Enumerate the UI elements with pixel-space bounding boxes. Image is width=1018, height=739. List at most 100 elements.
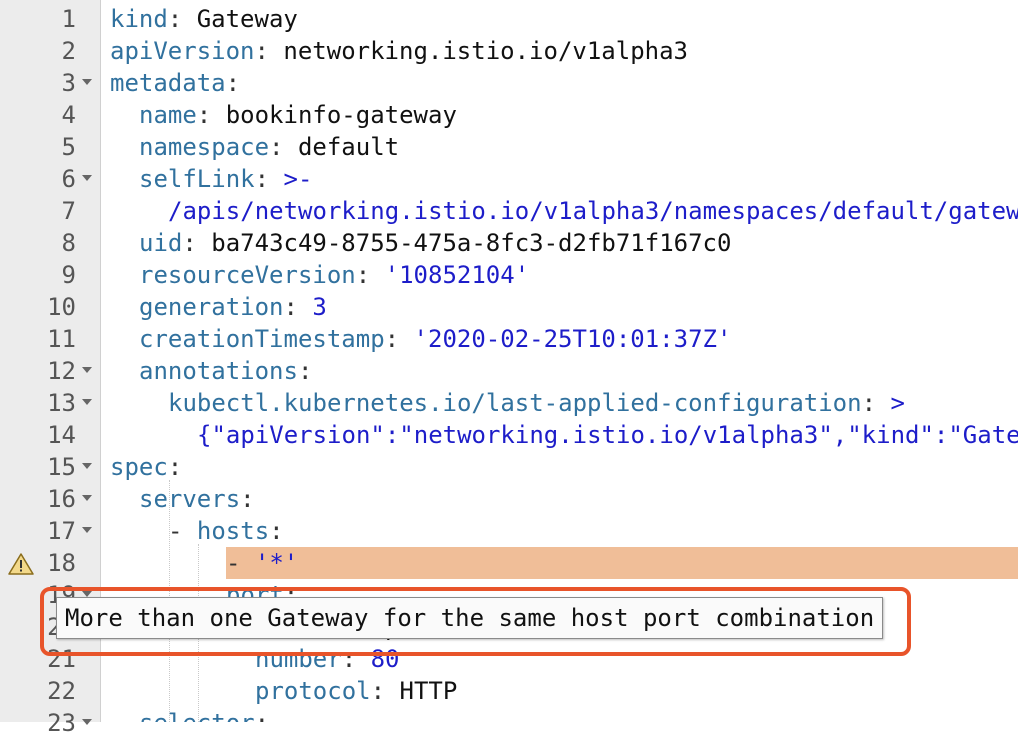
line-number: 11 <box>47 325 76 353</box>
code-token: kubectl.kubernetes.io/last-applied-confi… <box>168 389 862 417</box>
code-text: generation: 3 <box>139 293 327 321</box>
fold-toggle-icon[interactable] <box>82 527 92 533</box>
code-line[interactable]: uid: ba743c49-8755-475a-8fc3-d2fb71f167c… <box>101 227 1018 259</box>
code-token: number <box>255 645 342 673</box>
line-number: 4 <box>61 101 76 129</box>
code-text: apiVersion: networking.istio.io/v1alpha3 <box>110 37 688 65</box>
gutter-line: 22 <box>0 675 100 707</box>
line-number: 14 <box>47 421 76 449</box>
code-text: kubectl.kubernetes.io/last-applied-confi… <box>168 389 905 417</box>
code-line[interactable]: resourceVersion: '10852104' <box>101 259 1018 291</box>
code-token: : <box>182 229 212 257</box>
code-token: resourceVersion <box>139 261 356 289</box>
gutter-line: 21 <box>0 643 100 675</box>
code-line[interactable]: kubectl.kubernetes.io/last-applied-confi… <box>101 387 1018 419</box>
code-text: selfLink: >- <box>139 165 312 193</box>
warning-icon[interactable] <box>8 553 34 575</box>
code-token: apiVersion <box>110 37 255 65</box>
code-token: '*' <box>254 549 299 577</box>
code-line[interactable]: selfLink: >- <box>101 163 1018 195</box>
gutter-line: 15 <box>0 451 100 483</box>
code-token: spec <box>110 453 168 481</box>
code-text: {"apiVersion":"networking.istio.io/v1alp… <box>197 421 1018 449</box>
code-token: generation <box>139 293 284 321</box>
code-text: resourceVersion: '10852104' <box>139 261 529 289</box>
code-line[interactable]: protocol: HTTP <box>101 675 1018 707</box>
fold-toggle-icon[interactable] <box>82 367 92 373</box>
code-line[interactable]: servers: <box>101 483 1018 515</box>
code-text: /apis/networking.istio.io/v1alpha3/names… <box>168 197 1018 225</box>
warning-tooltip: More than one Gateway for the same host … <box>56 597 884 639</box>
code-text: namespace: default <box>139 133 399 161</box>
code-token: creationTimestamp <box>139 325 385 353</box>
line-number: 13 <box>47 389 76 417</box>
code-line[interactable]: name: bookinfo-gateway <box>101 99 1018 131</box>
fold-toggle-icon[interactable] <box>82 399 92 405</box>
code-token: {"apiVersion":"networking.istio.io/v1alp… <box>197 421 1018 449</box>
fold-toggle-icon[interactable] <box>82 719 92 725</box>
line-number: 7 <box>61 197 76 225</box>
code-line[interactable]: /apis/networking.istio.io/v1alpha3/names… <box>101 195 1018 227</box>
code-token: : <box>254 37 284 65</box>
code-line[interactable]: generation: 3 <box>101 291 1018 323</box>
fold-toggle-icon[interactable] <box>82 495 92 501</box>
code-token: selector <box>139 709 255 722</box>
line-number: 23 <box>47 709 76 737</box>
gutter-line: 10 <box>0 291 100 323</box>
code-token: > <box>890 389 905 417</box>
code-token: >- <box>283 165 313 193</box>
code-token: : <box>341 645 371 673</box>
gutter-line: 5 <box>0 131 100 163</box>
code-line[interactable]: spec: <box>101 451 1018 483</box>
code-text: spec: <box>110 453 182 481</box>
fold-toggle-icon[interactable] <box>82 463 92 469</box>
code-token: - <box>168 517 197 545</box>
code-token: : <box>167 453 183 481</box>
code-token: : <box>167 5 197 33</box>
code-line[interactable]: creationTimestamp: '2020-02-25T10:01:37Z… <box>101 323 1018 355</box>
gutter-line: 9 <box>0 259 100 291</box>
code-line[interactable]: namespace: default <box>101 131 1018 163</box>
code-token: Gateway <box>196 5 298 33</box>
line-number: 2 <box>61 37 76 65</box>
code-token: annotations <box>139 357 298 385</box>
code-line[interactable]: annotations: <box>101 355 1018 387</box>
line-number: 5 <box>61 133 76 161</box>
code-line[interactable]: kind: Gateway <box>101 3 1018 35</box>
code-line[interactable]: number: 80 <box>101 643 1018 675</box>
code-token: : <box>370 677 400 705</box>
code-line[interactable]: - '*' <box>226 547 1018 579</box>
code-line[interactable]: {"apiVersion":"networking.istio.io/v1alp… <box>101 419 1018 451</box>
code-token: uid <box>139 229 183 257</box>
code-token: bookinfo-gateway <box>225 101 457 129</box>
gutter-line: 18 <box>0 547 100 579</box>
gutter-line: 14 <box>0 419 100 451</box>
code-token: default <box>297 133 400 161</box>
gutter-line: 6 <box>0 163 100 195</box>
line-number: 18 <box>47 549 76 577</box>
code-token: /apis/networking.istio.io/v1alpha3/names… <box>168 197 1018 225</box>
gutter-line: 8 <box>0 227 100 259</box>
code-token: : <box>240 485 255 513</box>
gutter-line: 1 <box>0 3 100 35</box>
code-text: number: 80 <box>255 645 400 673</box>
code-token: protocol <box>255 677 371 705</box>
fold-toggle-icon[interactable] <box>82 175 92 181</box>
gutter-line: 23 <box>0 707 100 739</box>
code-token: namespace <box>139 133 270 161</box>
line-number: 16 <box>47 485 76 513</box>
code-token: ba743c49-8755-475a-8fc3-d2fb71f167c0 <box>211 229 732 257</box>
line-number: 1 <box>61 5 76 33</box>
gutter-line: 11 <box>0 323 100 355</box>
code-text: - '*' <box>226 549 298 577</box>
fold-toggle-icon[interactable] <box>82 79 92 85</box>
code-token: : <box>269 133 298 161</box>
code-token: : <box>254 165 284 193</box>
code-token: : <box>297 357 313 385</box>
code-line[interactable]: - hosts: <box>101 515 1018 547</box>
code-line[interactable]: apiVersion: networking.istio.io/v1alpha3 <box>101 35 1018 67</box>
code-line[interactable]: selector: <box>101 707 1018 722</box>
code-line[interactable]: metadata: <box>101 67 1018 99</box>
code-token: : <box>196 101 226 129</box>
code-token: : <box>225 69 241 97</box>
